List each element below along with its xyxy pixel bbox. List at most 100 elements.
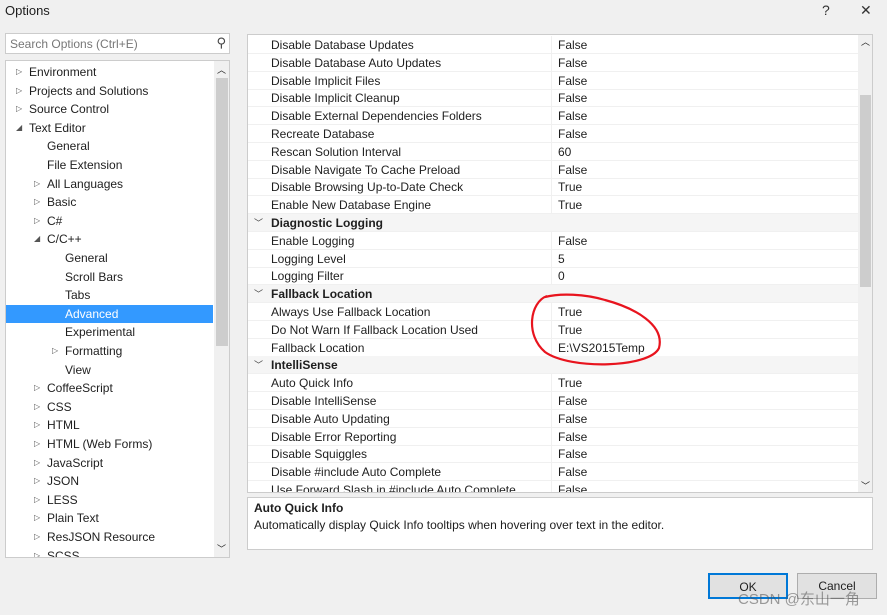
- tree-item[interactable]: ◢ Text Editor: [6, 119, 213, 137]
- property-row[interactable]: Disable Implicit Files False: [248, 71, 858, 90]
- tree-item[interactable]: Scroll Bars: [6, 268, 213, 286]
- property-row[interactable]: Use Forward Slash in #include Auto Compl…: [248, 481, 858, 492]
- scroll-up-icon[interactable]: ︿: [861, 35, 870, 48]
- property-row[interactable]: Disable Database Auto Updates False: [248, 53, 858, 72]
- property-row[interactable]: Disable Database Updates False: [248, 36, 858, 54]
- property-row[interactable]: Disable IntelliSense False: [248, 392, 858, 410]
- property-value[interactable]: False: [551, 409, 853, 428]
- property-value[interactable]: False: [551, 36, 853, 54]
- property-row[interactable]: Disable Squiggles False: [248, 445, 858, 464]
- property-value[interactable]: True: [551, 374, 853, 393]
- collapse-chevron-icon[interactable]: ﹀: [254, 214, 263, 232]
- property-value[interactable]: False: [551, 53, 853, 72]
- collapsed-arrow-icon[interactable]: ▷: [34, 379, 40, 397]
- property-row[interactable]: Rescan Solution Interval 60: [248, 142, 858, 161]
- tree-item[interactable]: General: [6, 137, 213, 155]
- expanded-arrow-icon[interactable]: ◢: [16, 119, 22, 137]
- tree-scroll-thumb[interactable]: [216, 78, 228, 346]
- property-row[interactable]: Enable New Database Engine True: [248, 196, 858, 215]
- property-value[interactable]: False: [551, 89, 853, 108]
- tree-item[interactable]: Tabs: [6, 286, 213, 304]
- tree-item[interactable]: ▷ CoffeeScript: [6, 379, 213, 397]
- property-value[interactable]: False: [551, 231, 853, 250]
- property-row[interactable]: Disable External Dependencies Folders Fal…: [248, 107, 858, 126]
- property-value[interactable]: False: [551, 107, 853, 126]
- property-row[interactable]: Disable Implicit Cleanup False: [248, 89, 858, 108]
- collapsed-arrow-icon[interactable]: ▷: [16, 82, 22, 100]
- category-header[interactable]: ﹀ Diagnostic Logging: [248, 214, 858, 232]
- property-value[interactable]: False: [551, 463, 853, 482]
- collapsed-arrow-icon[interactable]: ▷: [52, 342, 58, 360]
- scroll-down-icon[interactable]: ﹀: [861, 479, 870, 492]
- tree-item[interactable]: ▷ Projects and Solutions: [6, 82, 213, 100]
- search-icon[interactable]: ⚲: [216, 35, 226, 51]
- tree-item[interactable]: General: [6, 249, 213, 267]
- property-row[interactable]: Disable Navigate To Cache Preload False: [248, 160, 858, 179]
- property-row[interactable]: Disable #include Auto Complete False: [248, 463, 858, 482]
- property-value[interactable]: False: [551, 445, 853, 464]
- tree-item[interactable]: ▷ All Languages: [6, 175, 213, 193]
- property-value[interactable]: False: [551, 392, 853, 410]
- tree-item[interactable]: View: [6, 361, 213, 379]
- property-value[interactable]: False: [551, 427, 853, 446]
- collapsed-arrow-icon[interactable]: ▷: [34, 454, 40, 472]
- property-row[interactable]: Recreate Database False: [248, 125, 858, 143]
- tree-item[interactable]: ▷ Source Control: [6, 100, 213, 118]
- collapsed-arrow-icon[interactable]: ▷: [34, 398, 40, 416]
- property-value[interactable]: False: [551, 481, 853, 492]
- help-button[interactable]: ?: [822, 2, 830, 18]
- tree-item[interactable]: Experimental: [6, 323, 213, 341]
- collapsed-arrow-icon[interactable]: ▷: [34, 472, 40, 490]
- scroll-up-icon[interactable]: ︿: [217, 63, 226, 76]
- collapsed-arrow-icon[interactable]: ▷: [34, 435, 40, 453]
- property-row[interactable]: Disable Auto Updating False: [248, 409, 858, 428]
- property-row[interactable]: Disable Error Reporting False: [248, 427, 858, 446]
- property-value[interactable]: False: [551, 160, 853, 179]
- grid-scroll-thumb[interactable]: [860, 95, 871, 287]
- tree-scrollbar[interactable]: ︿ ﹀: [214, 61, 229, 557]
- tree-item[interactable]: ▷ Formatting: [6, 342, 213, 360]
- property-value[interactable]: 60: [551, 142, 853, 161]
- tree-item[interactable]: ▷ ResJSON Resource: [6, 528, 213, 546]
- property-row[interactable]: Auto Quick Info True: [248, 374, 858, 393]
- collapsed-arrow-icon[interactable]: ▷: [34, 416, 40, 434]
- collapsed-arrow-icon[interactable]: ▷: [34, 528, 40, 546]
- grid-scrollbar[interactable]: ︿ ﹀: [858, 35, 872, 492]
- collapsed-arrow-icon[interactable]: ▷: [34, 509, 40, 527]
- tree-item[interactable]: ▷ JSON: [6, 472, 213, 490]
- tree-item[interactable]: ▷ HTML: [6, 416, 213, 434]
- collapsed-arrow-icon[interactable]: ▷: [16, 63, 22, 81]
- tree-item[interactable]: ▷ SCSS: [6, 547, 213, 557]
- tree-item[interactable]: ▷ Plain Text: [6, 509, 213, 527]
- close-button[interactable]: ✕: [860, 2, 872, 19]
- property-value[interactable]: False: [551, 125, 853, 143]
- property-row[interactable]: Logging Level 5: [248, 249, 858, 268]
- tree-item[interactable]: Advanced: [6, 304, 213, 323]
- collapsed-arrow-icon[interactable]: ▷: [34, 547, 40, 557]
- search-input[interactable]: Search Options (Ctrl+E) ⚲: [5, 33, 230, 54]
- property-value[interactable]: True: [551, 196, 853, 215]
- collapsed-arrow-icon[interactable]: ▷: [34, 175, 40, 193]
- tree-item[interactable]: ▷ Basic: [6, 193, 213, 211]
- property-row[interactable]: Disable Browsing Up-to-Date Check True: [248, 178, 858, 197]
- tree-item[interactable]: ▷ Environment: [6, 63, 213, 81]
- property-value[interactable]: 5: [551, 249, 853, 268]
- collapse-chevron-icon[interactable]: ﹀: [254, 356, 263, 374]
- tree-item[interactable]: ▷ HTML (Web Forms): [6, 435, 213, 453]
- tree-item[interactable]: ▷ CSS: [6, 398, 213, 416]
- collapsed-arrow-icon[interactable]: ▷: [34, 193, 40, 211]
- expanded-arrow-icon[interactable]: ◢: [34, 230, 40, 248]
- collapse-chevron-icon[interactable]: ﹀: [254, 285, 263, 303]
- tree-item[interactable]: ▷ C#: [6, 212, 213, 230]
- property-value[interactable]: True: [551, 178, 853, 197]
- property-row[interactable]: Logging Filter 0: [248, 267, 858, 286]
- tree-item[interactable]: ▷ JavaScript: [6, 454, 213, 472]
- property-row[interactable]: Enable Logging False: [248, 231, 858, 250]
- tree-item[interactable]: ▷ LESS: [6, 491, 213, 509]
- scroll-down-icon[interactable]: ﹀: [217, 542, 226, 555]
- collapsed-arrow-icon[interactable]: ▷: [34, 491, 40, 509]
- property-value[interactable]: 0: [551, 267, 853, 286]
- collapsed-arrow-icon[interactable]: ▷: [34, 212, 40, 230]
- tree-item[interactable]: File Extension: [6, 156, 213, 174]
- collapsed-arrow-icon[interactable]: ▷: [16, 100, 22, 118]
